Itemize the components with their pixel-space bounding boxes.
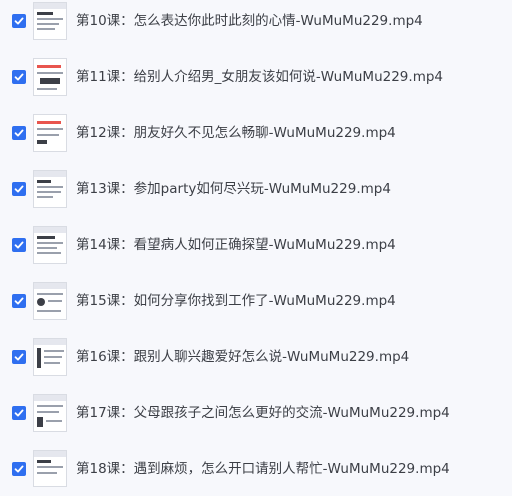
file-row[interactable]: 第12课：朋友好久不见怎么畅聊-WuMuMu229.mp4	[0, 112, 512, 160]
file-row[interactable]: 第10课：怎么表达你此时此刻的心情-WuMuMu229.mp4	[0, 0, 512, 48]
checkbox-checked-icon[interactable]	[12, 294, 26, 308]
checkbox-checked-icon[interactable]	[12, 406, 26, 420]
checkbox-checked-icon[interactable]	[12, 70, 26, 84]
file-name[interactable]: 第11课：给别人介绍男_女朋友该如何说-WuMuMu229.mp4	[76, 68, 443, 86]
file-name[interactable]: 第15课：如何分享你找到工作了-WuMuMu229.mp4	[76, 292, 396, 310]
checkbox-checked-icon[interactable]	[12, 350, 26, 364]
video-thumbnail[interactable]	[33, 2, 67, 40]
checkbox-checked-icon[interactable]	[12, 182, 26, 196]
video-thumbnail[interactable]	[33, 394, 67, 432]
checkbox-checked-icon[interactable]	[12, 462, 26, 476]
file-name[interactable]: 第17课：父母跟孩子之间怎么更好的交流-WuMuMu229.mp4	[76, 404, 450, 422]
checkbox-checked-icon[interactable]	[12, 238, 26, 252]
checkbox-checked-icon[interactable]	[12, 14, 26, 28]
video-thumbnail[interactable]	[33, 450, 67, 487]
video-thumbnail[interactable]	[33, 338, 67, 376]
file-list: 第10课：怎么表达你此时此刻的心情-WuMuMu229.mp4 第11课：给别人…	[0, 0, 512, 487]
video-thumbnail[interactable]	[33, 282, 67, 320]
file-name[interactable]: 第14课：看望病人如何正确探望-WuMuMu229.mp4	[76, 236, 396, 254]
file-row[interactable]: 第14课：看望病人如何正确探望-WuMuMu229.mp4	[0, 224, 512, 272]
video-thumbnail[interactable]	[33, 114, 67, 152]
video-thumbnail[interactable]	[33, 58, 67, 96]
file-name[interactable]: 第12课：朋友好久不见怎么畅聊-WuMuMu229.mp4	[76, 124, 396, 142]
file-name[interactable]: 第18课：遇到麻烦，怎么开口请别人帮忙-WuMuMu229.mp4	[76, 460, 450, 478]
file-row[interactable]: 第17课：父母跟孩子之间怎么更好的交流-WuMuMu229.mp4	[0, 392, 512, 440]
file-row[interactable]: 第16课：跟别人聊兴趣爱好怎么说-WuMuMu229.mp4	[0, 336, 512, 384]
video-thumbnail[interactable]	[33, 226, 67, 264]
file-row[interactable]: 第18课：遇到麻烦，怎么开口请别人帮忙-WuMuMu229.mp4	[0, 448, 512, 496]
file-name[interactable]: 第16课：跟别人聊兴趣爱好怎么说-WuMuMu229.mp4	[76, 348, 409, 366]
file-name[interactable]: 第13课：参加party如何尽兴玩-WuMuMu229.mp4	[76, 180, 391, 198]
file-row[interactable]: 第15课：如何分享你找到工作了-WuMuMu229.mp4	[0, 280, 512, 328]
file-name[interactable]: 第10课：怎么表达你此时此刻的心情-WuMuMu229.mp4	[76, 12, 423, 30]
checkbox-checked-icon[interactable]	[12, 126, 26, 140]
file-row[interactable]: 第13课：参加party如何尽兴玩-WuMuMu229.mp4	[0, 168, 512, 216]
file-row[interactable]: 第11课：给别人介绍男_女朋友该如何说-WuMuMu229.mp4	[0, 56, 512, 104]
video-thumbnail[interactable]	[33, 170, 67, 208]
